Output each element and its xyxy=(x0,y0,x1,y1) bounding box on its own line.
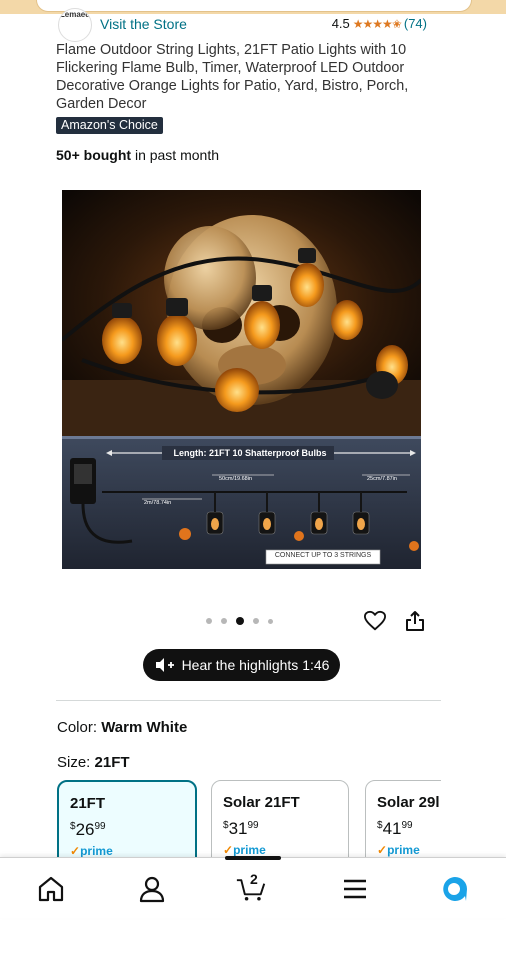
size-option-price: $2699 xyxy=(70,820,106,840)
product-title: Flame Outdoor String Lights, 21FT Patio … xyxy=(56,42,409,112)
gallery-dot[interactable] xyxy=(206,618,212,624)
amazons-choice-badge: Amazon's Choice xyxy=(56,117,163,134)
spec-panel: Length: 21FT 10 Shatterproof Bulbs 50cm/… xyxy=(62,436,421,569)
size-label: Size: xyxy=(57,754,91,771)
size-selection: Size: 21FT xyxy=(57,754,130,771)
review-count[interactable]: (74) xyxy=(404,16,427,31)
prime-label: prime xyxy=(387,843,420,857)
alexa-icon[interactable] xyxy=(440,874,470,904)
spec-lead-label: 2m/78.74in xyxy=(144,500,172,506)
size-option-name: Solar 29l xyxy=(377,794,440,811)
prime-check-icon: ✓ xyxy=(70,844,81,858)
price-fraction: 99 xyxy=(401,820,413,831)
price-whole: 31 xyxy=(228,819,248,838)
prime-check-icon: ✓ xyxy=(377,843,388,857)
visit-store-link[interactable]: Visit the Store xyxy=(100,16,187,32)
price-symbol: $ xyxy=(223,820,229,831)
gallery-dot[interactable] xyxy=(236,617,244,625)
prime-badge: ✓prime xyxy=(70,844,113,858)
size-value: 21FT xyxy=(94,754,130,771)
price-fraction: 99 xyxy=(247,820,259,831)
bottom-nav-bar: 2 xyxy=(0,856,506,918)
bought-count-bold: 50+ bought xyxy=(56,147,132,163)
brand-logo[interactable]: Zemaed xyxy=(58,8,92,42)
price-symbol: $ xyxy=(377,820,383,831)
star-rating-icon: ★★★★✬ xyxy=(352,16,402,31)
bought-count-rest: in past month xyxy=(131,147,219,163)
bought-count: 50+ bought in past month xyxy=(56,147,219,163)
gallery-dot[interactable] xyxy=(221,618,227,624)
product-image[interactable]: Length: 21FT 10 Shatterproof Bulbs 50cm/… xyxy=(62,190,421,569)
price-whole: 26 xyxy=(75,820,95,839)
image-gallery-dots[interactable] xyxy=(206,617,273,625)
price-symbol: $ xyxy=(70,821,76,832)
home-icon[interactable] xyxy=(36,874,66,904)
spec-spacing-label: 50cm/19.68in xyxy=(219,476,253,482)
speaker-icon xyxy=(155,658,174,672)
spec-end-label: 25cm/7.87in xyxy=(367,476,397,482)
hear-highlights-button[interactable]: Hear the highlights 1:46 xyxy=(143,649,340,681)
size-option-21ft[interactable]: 21FT $2699 ✓prime xyxy=(57,780,197,860)
prime-label: prime xyxy=(233,843,266,857)
rating-value: 4.5 xyxy=(331,16,350,31)
size-option-solar-29[interactable]: Solar 29l $4199 ✓prime xyxy=(365,780,441,860)
cart-count: 2 xyxy=(250,871,258,887)
color-value: Warm White xyxy=(101,719,188,736)
rating-summary[interactable]: 4.5 ★★★★✬ (74) xyxy=(332,16,427,31)
share-icon[interactable] xyxy=(405,610,425,632)
hear-highlights-label: Hear the highlights 1:46 xyxy=(181,657,330,673)
size-option-price: $3199 xyxy=(223,819,259,839)
menu-icon[interactable] xyxy=(340,874,370,904)
divider xyxy=(56,700,441,701)
account-icon[interactable] xyxy=(137,874,167,904)
color-selection: Color: Warm White xyxy=(57,719,187,736)
active-tab-indicator xyxy=(225,856,281,860)
search-bar-edge[interactable] xyxy=(36,0,472,12)
prime-badge: ✓prime xyxy=(377,843,420,857)
size-option-name: Solar 21FT xyxy=(223,794,300,811)
size-option-price: $4199 xyxy=(377,819,413,839)
price-fraction: 99 xyxy=(94,821,106,832)
prime-label: prime xyxy=(80,844,113,858)
brand-logo-text: Zemaed xyxy=(59,10,91,19)
size-options: 21FT $2699 ✓prime Solar 21FT $3199 ✓prim… xyxy=(57,780,441,860)
spec-length-label: Length: 21FT 10 Shatterproof Bulbs xyxy=(173,448,327,458)
size-option-solar-21ft[interactable]: Solar 21FT $3199 ✓prime xyxy=(211,780,349,860)
prime-badge: ✓prime xyxy=(223,843,266,857)
size-option-name: 21FT xyxy=(70,795,106,812)
heart-icon[interactable] xyxy=(364,610,386,632)
color-label: Color: xyxy=(57,719,98,736)
product-photo xyxy=(62,190,421,436)
gallery-dot[interactable] xyxy=(253,618,259,624)
spec-connect-label: CONNECT UP TO 3 STRINGS xyxy=(274,552,372,559)
prime-check-icon: ✓ xyxy=(223,843,234,857)
price-whole: 41 xyxy=(382,819,402,838)
gallery-dot[interactable] xyxy=(268,618,273,624)
